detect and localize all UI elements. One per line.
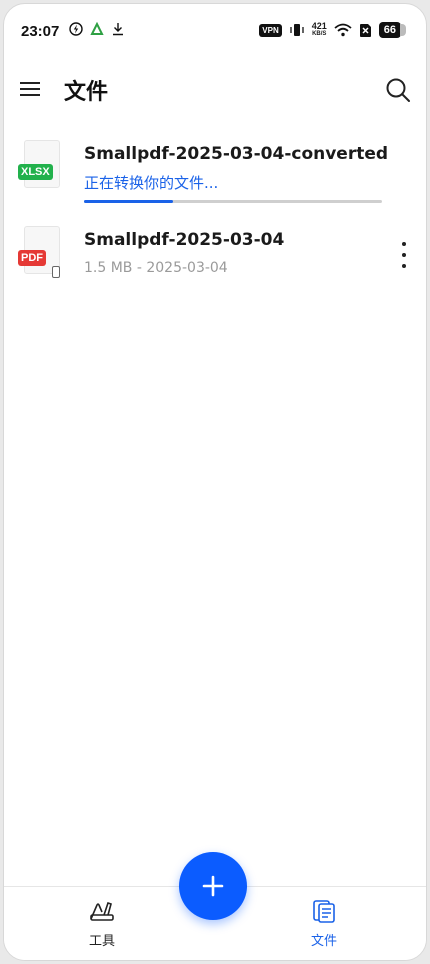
status-time: 23:07 [21, 23, 60, 40]
battery-indicator: 66 [378, 22, 406, 38]
download-icon [113, 23, 123, 36]
battery-cap [400, 24, 406, 36]
list-item-converting-file[interactable]: XLSX Smallpdf-2025-03-04-converted 正在转换你… [4, 138, 426, 224]
files-icon [313, 900, 335, 923]
conversion-status: 正在转换你的文件... [84, 174, 219, 192]
hamburger-menu-icon[interactable] [18, 78, 42, 102]
pdf-file-icon: PDF [18, 226, 66, 278]
status-right-icons: VPN 421 KB/S 66 [259, 22, 406, 38]
status-bar: 23:07 VPN 421 KB/S 66 [4, 4, 426, 60]
device-storage-icon [52, 266, 60, 278]
net-speed-unit: KB/S [312, 31, 327, 37]
list-item-pdf-file[interactable]: PDF Smallpdf-2025-03-04 1.5 MB - 2025-03… [4, 224, 426, 310]
plus-icon [202, 875, 224, 897]
xlsx-badge: XLSX [18, 164, 53, 180]
conversion-progress-fill [84, 200, 174, 203]
status-left-icons [69, 22, 125, 36]
tools-icon [90, 901, 114, 921]
flash-icon [69, 22, 83, 36]
nav-tools[interactable]: 工具 [72, 899, 132, 949]
add-file-button[interactable] [179, 852, 247, 920]
phone-screen: 23:07 VPN 421 KB/S 66 文件 XLSX Smallpdf-2… [3, 3, 427, 961]
no-sim-icon [359, 23, 371, 37]
file-meta: 1.5 MB - 2025-03-04 [84, 260, 228, 276]
nav-files[interactable]: 文件 [294, 899, 354, 949]
battery-level: 66 [378, 22, 401, 38]
nav-tools-label: 工具 [88, 934, 115, 949]
file-name: Smallpdf-2025-03-04 [84, 230, 285, 250]
vibrate-icon [290, 24, 304, 36]
xlsx-file-icon: XLSX [18, 140, 66, 192]
pdf-badge: PDF [18, 250, 46, 266]
app-notification-icon [90, 22, 104, 35]
more-vertical-icon[interactable] [400, 242, 408, 268]
conversion-progress-bar [84, 200, 382, 203]
app-bar: 文件 [4, 64, 426, 120]
nav-files-label: 文件 [310, 934, 337, 949]
search-icon[interactable] [384, 76, 412, 104]
file-name: Smallpdf-2025-03-04-converted [84, 144, 389, 164]
wifi-icon [334, 23, 352, 37]
net-speed: 421 KB/S [312, 22, 327, 38]
vpn-badge: VPN [259, 23, 282, 37]
page-title: 文件 [64, 80, 109, 105]
